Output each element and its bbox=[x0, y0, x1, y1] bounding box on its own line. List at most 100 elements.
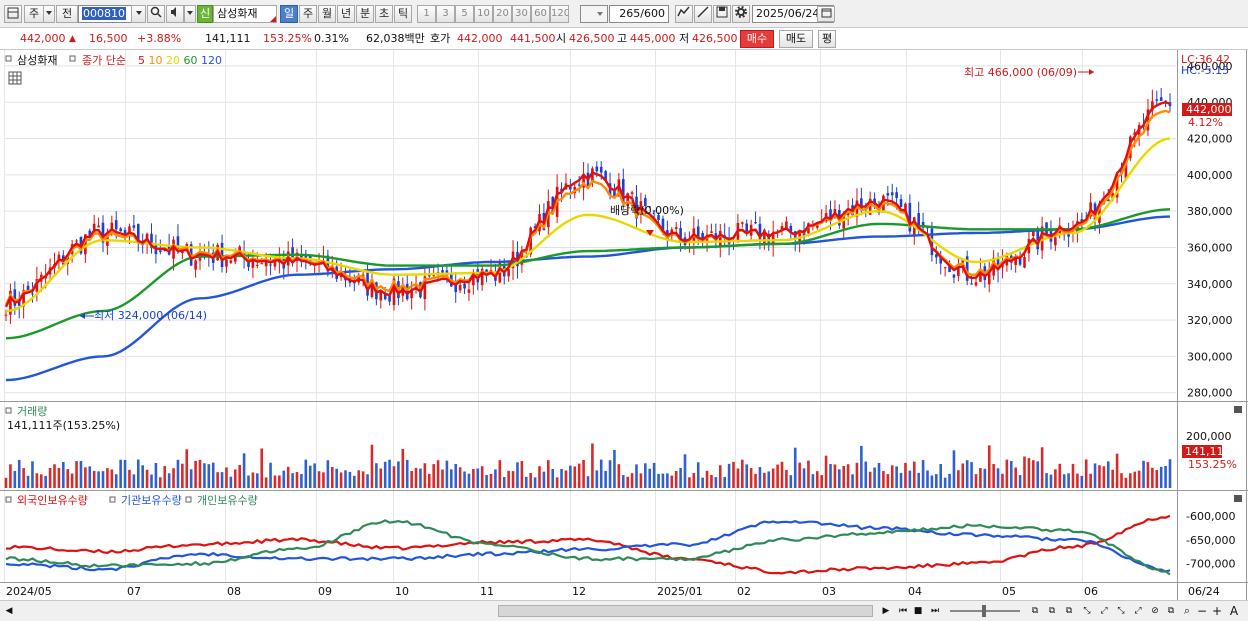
calendar-icon[interactable] bbox=[817, 6, 835, 22]
volume-bar bbox=[688, 477, 691, 488]
interval-button-0[interactable]: 1 bbox=[417, 5, 436, 23]
volume-bar bbox=[524, 476, 528, 488]
chart-scrollbar[interactable]: ◀ ▶ ⏮ ■ ⏭ ⧉ ⧉ ⧉ ⤡ ⤢ ⤡ ⤢ ⊘ ⧉ ⌕ − + A bbox=[0, 600, 1248, 621]
volume-bar bbox=[683, 454, 687, 488]
volume-bar bbox=[1146, 462, 1150, 488]
search-icon[interactable] bbox=[147, 5, 165, 23]
volume-bar bbox=[304, 459, 308, 488]
candle bbox=[569, 186, 572, 190]
ma-legend-120: 120 bbox=[201, 54, 222, 67]
volume-bar bbox=[53, 464, 56, 488]
period-tab-5[interactable]: 초 bbox=[375, 5, 393, 23]
count-input[interactable]: 265/600 bbox=[609, 5, 669, 23]
volume-close-icon[interactable] bbox=[1234, 406, 1242, 413]
volume-bar bbox=[357, 470, 361, 488]
volume-bar bbox=[1137, 470, 1141, 488]
zoom-in-icon[interactable]: + bbox=[1211, 604, 1223, 618]
trend-icon-3[interactable]: ⤡ bbox=[1114, 604, 1128, 618]
volume-bar bbox=[780, 461, 784, 488]
period-tab-0[interactable]: 일 bbox=[280, 5, 298, 23]
interval-button-5[interactable]: 30 bbox=[512, 5, 531, 23]
volume-bar bbox=[798, 462, 801, 488]
last-icon[interactable]: ⏭ bbox=[928, 604, 942, 618]
font-size-icon[interactable]: A bbox=[1227, 604, 1241, 618]
candle bbox=[441, 270, 444, 273]
window-icon-3[interactable]: ⧉ bbox=[1062, 604, 1076, 618]
scroll-right-icon[interactable]: ▶ bbox=[880, 604, 892, 618]
period-tab-6[interactable]: 틱 bbox=[394, 5, 412, 23]
table-icon[interactable] bbox=[8, 71, 22, 85]
volume-bar bbox=[273, 475, 277, 488]
scroll-left-icon[interactable]: ◀ bbox=[4, 604, 14, 618]
trend-icon-1[interactable]: ⤡ bbox=[1080, 604, 1094, 618]
zoom-slider-handle[interactable] bbox=[982, 605, 986, 617]
window-icon-1[interactable]: ⧉ bbox=[1028, 604, 1042, 618]
period-tab-3[interactable]: 년 bbox=[337, 5, 355, 23]
trade-amount: 62,038백만 bbox=[366, 32, 425, 45]
volume-bar bbox=[216, 472, 219, 488]
draw-tool-icon[interactable] bbox=[694, 5, 712, 23]
volume-bar bbox=[1023, 456, 1026, 488]
buy-button[interactable]: 매수 bbox=[740, 30, 774, 48]
current-price: 442,000 bbox=[20, 32, 66, 45]
first-icon[interactable]: ⏮ bbox=[896, 604, 910, 618]
interval-button-7[interactable]: 120 bbox=[550, 5, 569, 23]
volume-bar bbox=[114, 474, 118, 488]
trend-icon-4[interactable]: ⤢ bbox=[1131, 604, 1145, 618]
volume-bar bbox=[348, 471, 352, 488]
copy-icon[interactable]: ⧉ bbox=[1164, 604, 1178, 618]
candle bbox=[1023, 257, 1026, 268]
volume-bar bbox=[1129, 473, 1132, 488]
volume-bar bbox=[604, 470, 607, 488]
holding-close-icon[interactable] bbox=[1234, 495, 1242, 502]
chart-canvas[interactable]: 삼성화재 종가 단순 5 10 20 60 120 최고 466,000 (06… bbox=[0, 50, 1248, 600]
interval-button-1[interactable]: 3 bbox=[436, 5, 455, 23]
volume-bar bbox=[48, 468, 52, 488]
stop-icon[interactable]: ■ bbox=[912, 604, 924, 618]
layout-icon[interactable] bbox=[4, 5, 22, 23]
period-type-button[interactable]: 주 bbox=[24, 5, 44, 23]
volume-bar bbox=[432, 464, 435, 488]
x-axis-label-8: 02 bbox=[737, 585, 751, 598]
gear-icon[interactable] bbox=[732, 5, 750, 23]
volume-bar bbox=[339, 472, 343, 488]
interval-button-6[interactable]: 60 bbox=[531, 5, 550, 23]
sell-button[interactable]: 매도 bbox=[779, 30, 813, 48]
volume-bar bbox=[1045, 473, 1048, 488]
candle bbox=[974, 282, 978, 286]
scroll-thumb[interactable] bbox=[498, 605, 873, 617]
window-icon-2[interactable]: ⧉ bbox=[1045, 604, 1059, 618]
link-icon[interactable]: ⊘ bbox=[1148, 604, 1162, 618]
interval-button-2[interactable]: 5 bbox=[455, 5, 474, 23]
period-tab-1[interactable]: 주 bbox=[299, 5, 317, 23]
save-icon[interactable] bbox=[713, 5, 731, 23]
code-dropdown-icon[interactable] bbox=[131, 5, 146, 23]
zoom-out-icon[interactable]: − bbox=[1196, 604, 1208, 618]
speaker-dropdown-icon[interactable] bbox=[184, 5, 196, 23]
interval-button-3[interactable]: 10 bbox=[474, 5, 493, 23]
volume-bar bbox=[330, 466, 334, 488]
period-tab-4[interactable]: 분 bbox=[356, 5, 374, 23]
magnifier-icon[interactable]: ⌕ bbox=[1180, 604, 1194, 618]
indicator-icon[interactable] bbox=[675, 5, 693, 23]
volume-bar bbox=[119, 459, 122, 488]
volume-bar bbox=[106, 468, 109, 488]
volume-bar bbox=[123, 459, 127, 488]
volume-bar bbox=[529, 473, 532, 488]
trend-icon-2[interactable]: ⤢ bbox=[1097, 604, 1111, 618]
prev-button[interactable]: 전 bbox=[56, 5, 78, 23]
volume-bar bbox=[961, 463, 965, 488]
period-tab-2[interactable]: 월 bbox=[318, 5, 336, 23]
period-dropdown-icon[interactable] bbox=[43, 5, 55, 23]
candle bbox=[696, 226, 700, 237]
volume-bar bbox=[313, 463, 316, 488]
volume-bar bbox=[926, 470, 929, 488]
volume-bar bbox=[62, 461, 65, 488]
eval-button[interactable]: 평 bbox=[818, 30, 836, 48]
interval-button-4[interactable]: 20 bbox=[493, 5, 512, 23]
volume-bar bbox=[1018, 475, 1022, 488]
volume-bar bbox=[833, 464, 837, 488]
holding-legend-0: 외국인보유수량 bbox=[17, 494, 88, 507]
count-dropdown[interactable] bbox=[580, 5, 608, 23]
speaker-icon[interactable] bbox=[166, 5, 184, 23]
